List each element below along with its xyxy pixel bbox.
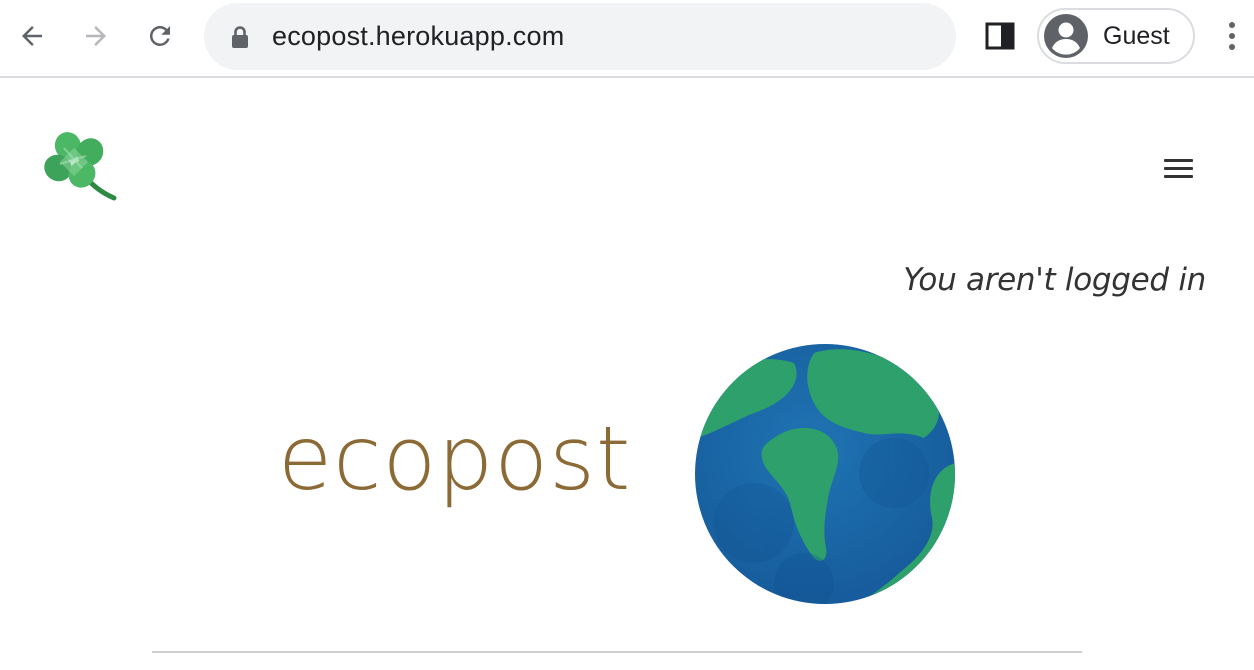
login-status-text: You aren't logged in — [903, 262, 1206, 298]
back-button[interactable] — [12, 15, 52, 57]
profile-label: Guest — [1103, 22, 1170, 50]
address-bar[interactable]: ecopost.herokuapp.com — [204, 3, 956, 70]
profile-button[interactable]: Guest — [1037, 8, 1195, 64]
forward-button[interactable] — [76, 15, 116, 57]
avatar-icon — [1044, 14, 1088, 58]
page-content: You aren't logged in ecopost — [0, 80, 1254, 670]
lock-icon[interactable] — [230, 25, 250, 49]
url-text[interactable]: ecopost.herokuapp.com — [272, 3, 564, 70]
reload-icon — [149, 25, 170, 46]
browser-toolbar: ecopost.herokuapp.com Guest — [0, 0, 1254, 78]
clover-icon[interactable] — [38, 128, 118, 208]
section-divider — [152, 651, 1082, 653]
hamburger-menu-icon[interactable] — [1158, 154, 1198, 184]
earth-globe-icon — [695, 344, 955, 604]
more-vert-icon[interactable] — [1220, 18, 1244, 54]
brand-wordmark: ecopost — [278, 407, 632, 510]
reload-button[interactable] — [140, 15, 180, 57]
forward-arrow-icon — [86, 26, 106, 46]
side-panel-icon[interactable] — [984, 20, 1016, 52]
back-arrow-icon — [22, 26, 42, 46]
